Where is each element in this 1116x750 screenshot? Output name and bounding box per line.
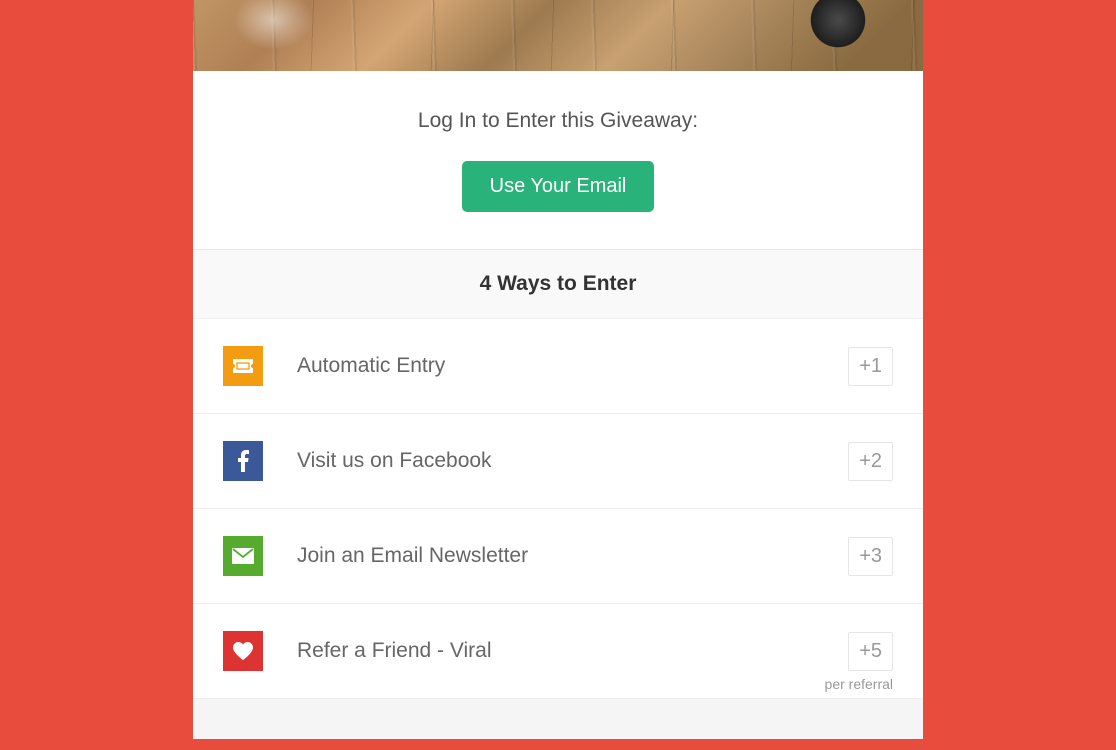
use-email-button[interactable]: Use Your Email bbox=[462, 161, 655, 212]
points-badge: +3 bbox=[848, 537, 893, 576]
envelope-icon bbox=[223, 536, 263, 576]
entry-label: Join an Email Newsletter bbox=[297, 544, 848, 568]
entry-automatic[interactable]: Automatic Entry +1 bbox=[193, 319, 923, 414]
login-prompt: Log In to Enter this Giveaway: bbox=[223, 109, 893, 133]
entry-newsletter[interactable]: Join an Email Newsletter +3 bbox=[193, 509, 923, 604]
entry-facebook[interactable]: Visit us on Facebook +2 bbox=[193, 414, 923, 509]
giveaway-widget: Log In to Enter this Giveaway: Use Your … bbox=[193, 0, 923, 739]
entry-label: Automatic Entry bbox=[297, 354, 848, 378]
facebook-icon bbox=[223, 441, 263, 481]
points-badge: +2 bbox=[848, 442, 893, 481]
heart-icon bbox=[223, 631, 263, 671]
ticket-icon bbox=[223, 346, 263, 386]
ways-to-enter-title: 4 Ways to Enter bbox=[203, 272, 913, 296]
entry-refer-friend[interactable]: Refer a Friend - Viral +5 per referral bbox=[193, 604, 923, 699]
entry-label: Visit us on Facebook bbox=[297, 449, 848, 473]
hero-image bbox=[193, 0, 923, 71]
points-badge: +5 bbox=[848, 632, 893, 671]
ways-to-enter-header: 4 Ways to Enter bbox=[193, 250, 923, 319]
login-section: Log In to Enter this Giveaway: Use Your … bbox=[193, 71, 923, 250]
points-badge: +1 bbox=[848, 347, 893, 386]
per-referral-label: per referral bbox=[825, 676, 893, 692]
entry-label: Refer a Friend - Viral bbox=[297, 639, 848, 663]
widget-footer bbox=[193, 699, 923, 739]
